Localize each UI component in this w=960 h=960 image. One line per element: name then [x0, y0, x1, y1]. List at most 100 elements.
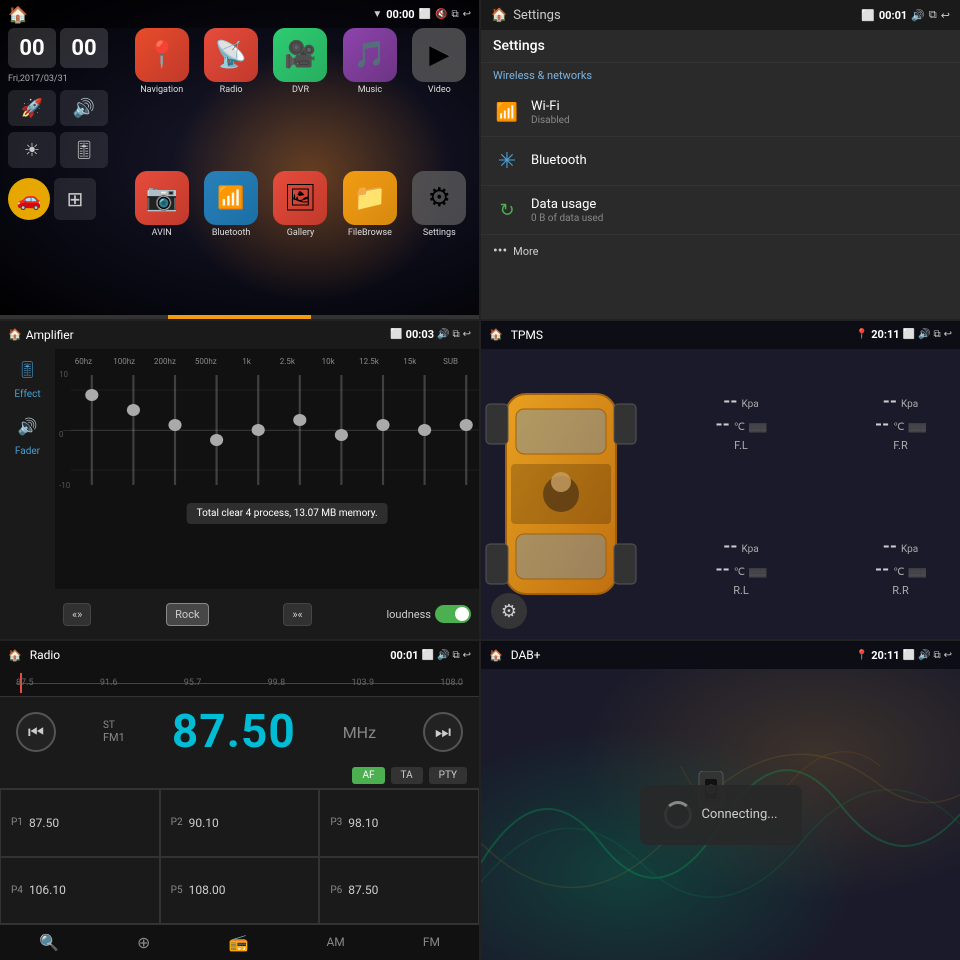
radio-fm-btn[interactable]: FM	[423, 935, 440, 949]
car-widget[interactable]: 🚗	[8, 178, 50, 220]
music-icon-box: 🎵	[343, 28, 397, 82]
settings-wifi-item[interactable]: 📶 Wi-Fi Disabled	[481, 88, 960, 137]
rl-temp-value: --	[716, 559, 730, 580]
freq-200hz: 200hz	[145, 357, 186, 366]
bluetooth-icon-box: 📶	[204, 171, 258, 225]
radio-ta-btn[interactable]: TA	[391, 767, 423, 784]
amp-screen-icon: ⬜	[390, 329, 402, 340]
preset-p3[interactable]: P3 98.10	[319, 789, 479, 856]
app-dvr[interactable]: 🎥 DVR	[269, 28, 332, 165]
hour-display: 00	[8, 28, 56, 68]
home-time: 00:00	[386, 8, 414, 21]
radio-af-btn[interactable]: AF	[352, 767, 384, 784]
music-label: Music	[358, 85, 382, 95]
eq-prev-btn[interactable]: «»	[63, 603, 91, 626]
radio-bt-btn[interactable]: ⊕	[137, 933, 150, 952]
freq-957: 95.7	[184, 678, 202, 688]
toggle-knob	[455, 607, 469, 621]
settings-volume-icon: 🔊	[911, 9, 925, 22]
radio-info: ST FM1	[103, 720, 125, 744]
app-avin[interactable]: 📷 AVIN	[130, 171, 193, 308]
loudness-toggle[interactable]	[435, 605, 471, 623]
app-music[interactable]: 🎵 Music	[338, 28, 401, 165]
preset-p4-num: P4	[11, 885, 23, 896]
rocket-widget[interactable]: 🚀	[8, 90, 56, 126]
home-statusbar: 🏠 ▼ 00:00 ⬜ 🔇 ⧉ ↩	[0, 0, 479, 28]
radio-volume-icon: 🔊	[437, 650, 449, 661]
dab-connecting-text: Connecting...	[701, 807, 777, 822]
preset-p3-num: P3	[330, 817, 342, 828]
layers-icon: ⧉	[451, 9, 458, 20]
freq-2-5k: 2.5k	[267, 357, 308, 366]
preset-p5[interactable]: P5 108.00	[160, 857, 320, 924]
signal-icon: ▼	[372, 9, 382, 20]
freq-916: 91.6	[100, 678, 118, 688]
eq-next-btn[interactable]: »«	[283, 603, 311, 626]
preset-p2[interactable]: P2 90.10	[160, 789, 320, 856]
radio-antenna-btn[interactable]: 📻	[228, 933, 248, 952]
app-filebrowse[interactable]: 📁 FileBrowse	[338, 171, 401, 308]
wifi-icon: 📶	[493, 98, 521, 126]
settings-data-item[interactable]: ↻ Data usage 0 B of data used	[481, 186, 960, 235]
tpms-rl-corner: -- Kpa -- ℃ ▓▓▓ R.L	[641, 494, 841, 639]
amp-fader-label[interactable]: Fader	[6, 446, 50, 457]
radio-next-btn[interactable]: ⏭	[423, 712, 463, 752]
radio-prev-btn[interactable]: ⏮	[16, 712, 56, 752]
settings-statusbar: 🏠 Settings ⬜ 00:01 🔊 ⧉ ↩	[481, 0, 960, 30]
eq-loudness: loudness	[386, 605, 470, 623]
settings-statusbar-right: ⬜ 00:01 🔊 ⧉ ↩	[861, 8, 950, 22]
amp-statusbar-left: 🏠 Amplifier	[8, 328, 74, 342]
freq-1039: 103.9	[351, 678, 374, 688]
app-bluetooth[interactable]: 📶 Bluetooth	[199, 171, 262, 308]
settings-more[interactable]: ••• More	[481, 235, 960, 267]
tpms-rr-corner: -- Kpa -- ℃ ▓▓▓ R.R	[841, 494, 960, 639]
amp-volume-btn[interactable]: 🔊	[6, 412, 50, 442]
preset-p4[interactable]: P4 106.10	[0, 857, 160, 924]
tpms-fl-corner: -- Kpa -- ℃ ▓▓▓ F.L	[641, 349, 841, 494]
tpms-pin-icon: 📍	[856, 329, 868, 340]
radio-freq-display: 87.50	[172, 705, 296, 759]
radio-pty-btn[interactable]: PTY	[429, 767, 467, 784]
eq-rock-btn[interactable]: Rock	[166, 603, 208, 626]
navigation-label: Navigation	[140, 85, 183, 95]
app-gallery[interactable]: 🖼 Gallery	[269, 171, 332, 308]
avin-label: AVIN	[152, 228, 172, 238]
back-icon: ↩	[463, 9, 471, 20]
apps-widget[interactable]: ⊞	[54, 178, 96, 220]
freq-500hz: 500hz	[185, 357, 226, 366]
radio-st: ST	[103, 720, 115, 731]
tpms-statusbar-right: 📍 20:11 ⬜ 🔊 ⧉ ↩	[856, 328, 952, 341]
dab-back-icon: ↩	[944, 650, 952, 661]
app-settings[interactable]: ⚙ Settings	[408, 171, 471, 308]
preset-p1-freq: 87.50	[29, 816, 59, 830]
radio-label: Radio	[220, 85, 243, 95]
bluetooth-settings-icon: ✳	[493, 147, 521, 175]
home-panel: 🏠 ▼ 00:00 ⬜ 🔇 ⧉ ↩ 00 00 Fri,2017/03/31 🚀…	[0, 0, 479, 319]
brightness-widget[interactable]: ☀	[8, 132, 56, 168]
app-navigation[interactable]: 📍 Navigation	[130, 28, 193, 165]
app-video[interactable]: ▶ Video	[408, 28, 471, 165]
settings-bluetooth-item[interactable]: ✳ Bluetooth	[481, 137, 960, 186]
app-radio[interactable]: 📡 Radio	[199, 28, 262, 165]
amp-eq-icon[interactable]: 🎚	[6, 355, 50, 385]
radio-am-btn[interactable]: AM	[326, 935, 344, 949]
dab-panel: 🏠 DAB+ 📍 20:11 ⬜ 🔊 ⧉ ↩	[481, 641, 960, 960]
dab-pin-icon: 📍	[856, 650, 868, 661]
freq-1k: 1k	[226, 357, 267, 366]
radio-back-icon: ↩	[463, 650, 471, 661]
video-icon-box: ▶	[412, 28, 466, 82]
preset-p1-num: P1	[11, 817, 23, 828]
tpms-volume-icon: 🔊	[918, 329, 930, 340]
volume-widget[interactable]: 🔊	[60, 90, 108, 126]
amp-effect-label[interactable]: Effect	[6, 389, 50, 400]
eq-bottom: «» Rock »« loudness	[55, 589, 479, 639]
screen-icon: ⬜	[419, 9, 431, 20]
preset-p6[interactable]: P6 87.50	[319, 857, 479, 924]
preset-p1[interactable]: P1 87.50	[0, 789, 160, 856]
gallery-icon-box: 🖼	[273, 171, 327, 225]
settings-back-icon: ↩	[941, 9, 950, 22]
rr-kpa-value: --	[883, 536, 897, 557]
eq-widget[interactable]: 🎚	[60, 132, 108, 168]
radio-freq-bar[interactable]: 87.5 91.6 95.7 99.8 103.9 108.0	[0, 669, 479, 697]
radio-search-btn[interactable]: 🔍	[39, 933, 59, 952]
